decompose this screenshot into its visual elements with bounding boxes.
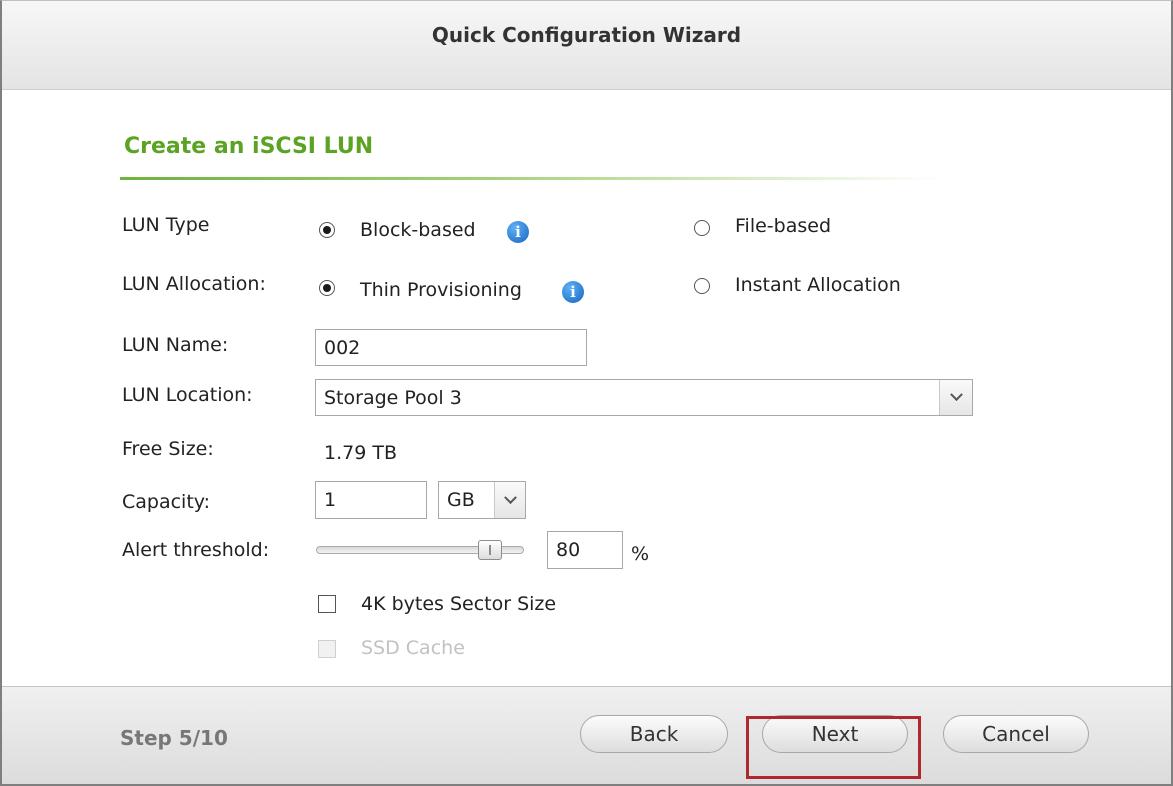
lun-type-block-radio[interactable] [319,222,335,238]
ssd-cache-label: SSD Cache [361,637,465,659]
wizard-window: Quick Configuration Wizard Create an iSC… [0,0,1173,786]
info-icon[interactable]: i [507,221,529,243]
alert-threshold-unit: % [631,543,650,565]
free-size-value: 1.79 TB [324,442,397,464]
lun-location-label: LUN Location: [122,384,253,406]
lun-name-value: 002 [324,336,361,359]
lun-name-input[interactable]: 002 [315,329,587,366]
capacity-input[interactable]: 1 [315,481,427,519]
chevron-down-icon[interactable] [939,380,972,415]
chevron-down-icon[interactable] [494,482,525,518]
allocation-thin-label[interactable]: Thin Provisioning [360,279,522,301]
sector-size-checkbox[interactable] [318,595,336,613]
allocation-instant-label[interactable]: Instant Allocation [735,274,901,296]
capacity-unit-select[interactable]: GB [438,481,526,519]
lun-location-select[interactable]: Storage Pool 3 [315,379,973,416]
wizard-footer: Step 5/10 Back Next Cancel [2,686,1171,784]
alert-threshold-label: Alert threshold: [122,539,270,561]
allocation-thin-radio[interactable] [319,280,335,296]
cancel-button[interactable]: Cancel [943,715,1089,753]
alert-threshold-value: 80 [556,539,581,561]
info-icon[interactable]: i [562,281,584,303]
sector-size-label[interactable]: 4K bytes Sector Size [361,593,556,615]
section-title: Create an iSCSI LUN [124,134,374,159]
section-divider [120,177,940,180]
window-title: Quick Configuration Wizard [431,23,742,47]
capacity-label: Capacity: [122,491,211,513]
ssd-cache-checkbox [318,640,336,658]
lun-allocation-label: LUN Allocation: [122,273,266,295]
lun-type-label: LUN Type [122,214,210,236]
next-button-highlight [746,716,921,779]
capacity-unit-value: GB [447,489,475,511]
lun-name-label: LUN Name: [122,334,229,356]
back-button[interactable]: Back [580,715,728,753]
free-size-label: Free Size: [122,438,214,460]
capacity-value: 1 [324,489,337,511]
lun-type-file-label[interactable]: File-based [735,215,831,237]
allocation-instant-radio[interactable] [694,278,710,294]
lun-location-value: Storage Pool 3 [324,386,462,409]
lun-type-file-radio[interactable] [694,220,710,236]
lun-type-block-label[interactable]: Block-based [360,219,476,241]
alert-threshold-input[interactable]: 80 [547,531,623,569]
title-bar: Quick Configuration Wizard [2,1,1171,90]
alert-threshold-slider-handle[interactable] [478,540,502,560]
step-indicator: Step 5/10 [120,726,228,750]
